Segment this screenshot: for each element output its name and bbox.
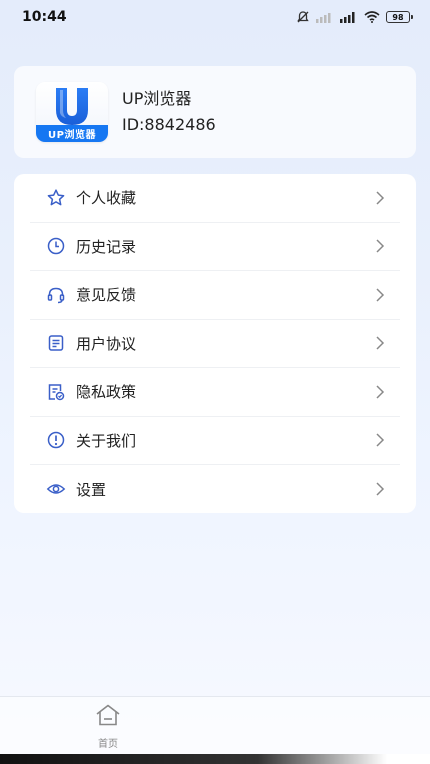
menu-label: 个人收藏 xyxy=(76,189,137,208)
nav-home-tab[interactable]: 首页 xyxy=(80,703,136,751)
info-icon xyxy=(46,430,66,450)
menu-label: 意见反馈 xyxy=(76,286,137,305)
system-home-indicator xyxy=(0,754,430,764)
chevron-right-icon xyxy=(370,479,390,499)
chevron-right-icon xyxy=(370,430,390,450)
wifi-icon xyxy=(364,11,380,23)
profile-info: UP浏览器 ID:8842486 xyxy=(122,88,216,136)
menu-label: 隐私政策 xyxy=(76,383,137,402)
logo-banner: UP浏览器 xyxy=(36,125,108,142)
headset-icon xyxy=(46,285,66,305)
menu-item-user-agreement[interactable]: 用户协议 xyxy=(30,320,400,368)
chevron-right-icon xyxy=(370,236,390,256)
menu-label: 关于我们 xyxy=(76,431,137,450)
mute-icon xyxy=(296,10,310,24)
signal-weak-icon xyxy=(316,11,334,23)
menu-item-about-us[interactable]: 关于我们 xyxy=(30,417,400,465)
chevron-right-icon xyxy=(370,285,390,305)
signal-icon xyxy=(340,11,358,23)
status-time: 10:44 xyxy=(22,9,67,25)
chevron-right-icon xyxy=(370,188,390,208)
home-icon xyxy=(94,703,122,731)
star-icon xyxy=(46,188,66,208)
status-bar: 10:44 98 xyxy=(0,0,430,34)
battery-indicator: 98 xyxy=(386,11,413,23)
chevron-right-icon xyxy=(370,333,390,353)
menu-label: 历史记录 xyxy=(76,237,137,256)
settings-icon xyxy=(46,479,66,499)
menu-item-privacy-policy[interactable]: 隐私政策 xyxy=(30,368,400,417)
status-icons: 98 xyxy=(296,10,413,24)
menu-card: 个人收藏 历史记录 意见反馈 用户协议 隐私政策 关于我们 设置 xyxy=(14,174,416,513)
menu-label: 设置 xyxy=(76,480,107,499)
menu-label: 用户协议 xyxy=(76,334,137,353)
bottom-nav: 首页 xyxy=(0,696,430,754)
clock-icon xyxy=(46,236,66,256)
profile-id: ID:8842486 xyxy=(122,115,216,134)
app-logo: UP浏览器 xyxy=(36,82,108,142)
document-icon xyxy=(46,333,66,353)
menu-item-history[interactable]: 历史记录 xyxy=(30,223,400,271)
menu-item-settings[interactable]: 设置 xyxy=(30,465,400,514)
menu-item-feedback[interactable]: 意见反馈 xyxy=(30,271,400,320)
menu-item-favorites[interactable]: 个人收藏 xyxy=(30,174,400,223)
chevron-right-icon xyxy=(370,382,390,402)
privacy-icon xyxy=(46,382,66,402)
profile-card[interactable]: UP浏览器 UP浏览器 ID:8842486 xyxy=(14,66,416,158)
profile-name: UP浏览器 xyxy=(122,89,192,108)
nav-home-label: 首页 xyxy=(98,739,118,750)
